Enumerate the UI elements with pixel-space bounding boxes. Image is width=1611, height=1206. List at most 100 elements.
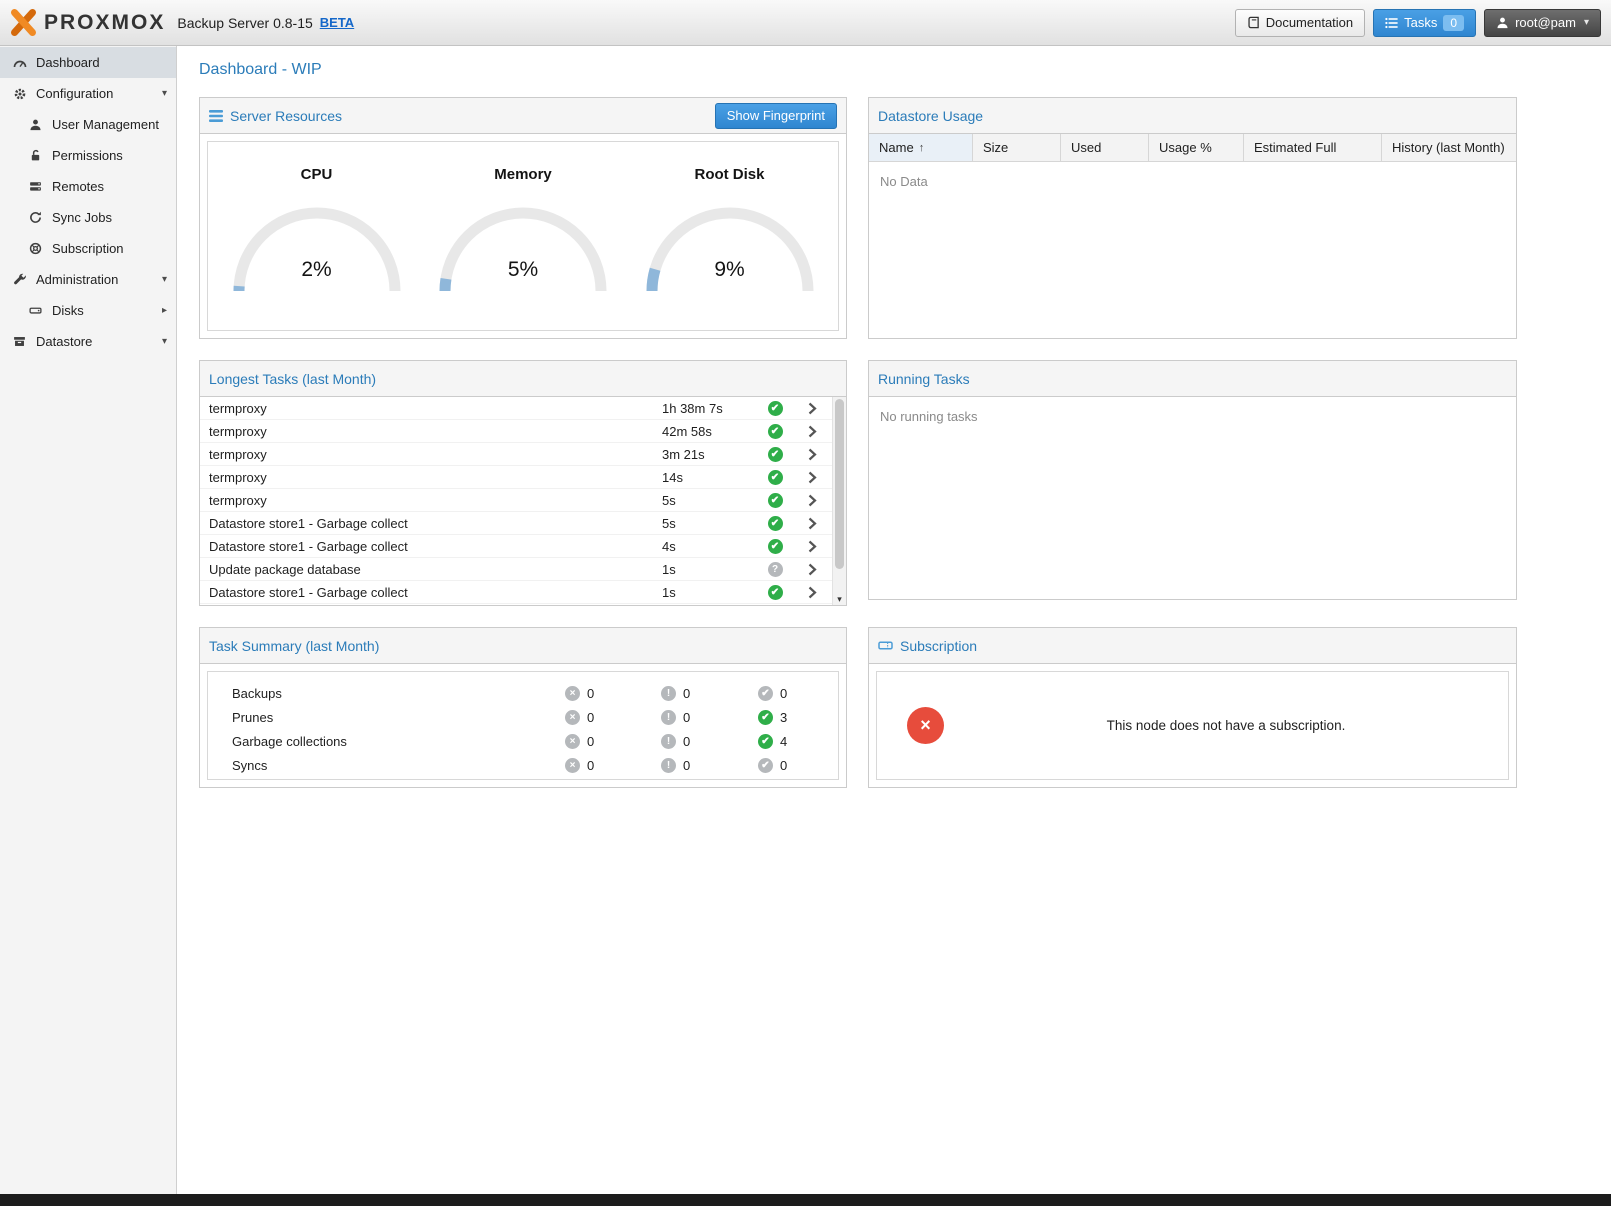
column-header-usage-pct[interactable]: Usage % xyxy=(1149,134,1244,162)
top-header: PROXMOX Backup Server 0.8-15 BETA Docume… xyxy=(0,0,1611,46)
task-name: termproxy xyxy=(209,447,662,462)
no-subscription-icon: × xyxy=(907,707,944,744)
subscription-header: Subscription xyxy=(869,628,1516,664)
task-summary-row[interactable]: Syncs × 0 ! 0 ✔ 0 xyxy=(208,753,838,777)
bottom-bar xyxy=(0,1194,1611,1206)
longest-tasks-panel: Longest Tasks (last Month) termproxy 1h … xyxy=(199,360,847,606)
header-actions: Documentation Tasks 0 root@pam ▾ xyxy=(1235,9,1601,37)
task-summary-rows: Backups × 0 ! 0 ✔ 0 Prunes × 0 ! 0 ✔ 3 G… xyxy=(208,672,838,777)
open-task-button[interactable] xyxy=(792,471,832,484)
show-fingerprint-button[interactable]: Show Fingerprint xyxy=(715,103,837,129)
task-row[interactable]: Datastore store1 - Garbage collect 4s ✔ xyxy=(200,535,832,558)
task-summary-label: Prunes xyxy=(232,710,565,725)
column-header-name[interactable]: Name ↑ xyxy=(869,134,973,162)
unlock-icon xyxy=(28,149,43,162)
sidebar-item-permissions[interactable]: Permissions xyxy=(0,140,176,171)
open-task-button[interactable] xyxy=(792,540,832,553)
server-resources-panel: Server Resources Show Fingerprint CPU 2% xyxy=(199,97,847,339)
gauge: Root Disk 9% xyxy=(632,166,828,282)
error-icon: × xyxy=(565,710,580,725)
open-task-button[interactable] xyxy=(792,494,832,507)
open-task-button[interactable] xyxy=(792,517,832,530)
task-row[interactable]: Datastore store1 - Garbage collect 1s ✔ xyxy=(200,581,832,604)
gauge-icon xyxy=(12,56,27,70)
sidebar-item-administration[interactable]: Administration ▾ xyxy=(0,264,176,295)
sidebar-item-sync-jobs[interactable]: Sync Jobs xyxy=(0,202,176,233)
gauge-value: 5% xyxy=(425,258,621,282)
sidebar-item-user-management[interactable]: User Management xyxy=(0,109,176,140)
sidebar-item-subscription[interactable]: Subscription xyxy=(0,233,176,264)
task-name: Datastore store1 - Garbage collect xyxy=(209,539,662,554)
chevron-down-icon: ▾ xyxy=(1584,17,1589,28)
sidebar-item-label: Remotes xyxy=(52,179,104,194)
proxmox-logo-icon xyxy=(10,9,37,36)
sidebar-item-disks[interactable]: Disks ▸ xyxy=(0,295,176,326)
sort-asc-icon: ↑ xyxy=(919,142,925,154)
task-duration: 5s xyxy=(662,516,758,531)
task-row[interactable]: termproxy 14s ✔ xyxy=(200,466,832,489)
task-row[interactable]: Datastore store1 - Garbage collect 5s ✔ xyxy=(200,512,832,535)
no-data-text: No Data xyxy=(869,162,1516,201)
datastore-usage-panel: Datastore Usage Name ↑ Size Used Usage %… xyxy=(868,97,1517,339)
dashboard-panels: Server Resources Show Fingerprint CPU 2% xyxy=(178,79,1611,788)
column-header-history[interactable]: History (last Month) xyxy=(1382,134,1516,162)
panel-title: Task Summary (last Month) xyxy=(209,638,379,654)
sidebar-item-label: Datastore xyxy=(36,334,92,349)
task-row[interactable]: termproxy 3m 21s ✔ xyxy=(200,443,832,466)
open-task-button[interactable] xyxy=(792,586,832,599)
status-unknown-icon: ? xyxy=(768,562,783,577)
task-row[interactable]: termproxy 42m 58s ✔ xyxy=(200,420,832,443)
task-summary-row[interactable]: Backups × 0 ! 0 ✔ 0 xyxy=(208,681,838,705)
task-summary-row[interactable]: Garbage collections × 0 ! 0 ✔ 4 xyxy=(208,729,838,753)
panel-title: Subscription xyxy=(900,638,977,654)
panel-title: Datastore Usage xyxy=(878,108,983,124)
status-ok-icon: ✔ xyxy=(768,585,783,600)
ticket-icon xyxy=(878,639,893,652)
longest-tasks-body: termproxy 1h 38m 7s ✔ termproxy 42m 58s … xyxy=(200,397,846,605)
open-task-button[interactable] xyxy=(792,425,832,438)
column-header-used[interactable]: Used xyxy=(1061,134,1149,162)
task-duration: 42m 58s xyxy=(662,424,758,439)
sidebar: Dashboard Configuration ▾ User Managemen… xyxy=(0,46,177,1194)
warning-count: 0 xyxy=(683,710,690,725)
sidebar-item-label: Configuration xyxy=(36,86,113,101)
ok-icon: ✔ xyxy=(758,710,773,725)
task-summary-row[interactable]: Prunes × 0 ! 0 ✔ 3 xyxy=(208,705,838,729)
datastore-usage-body: Name ↑ Size Used Usage % Estimated Full … xyxy=(869,134,1516,338)
task-summary-panel: Task Summary (last Month) Backups × 0 ! … xyxy=(199,627,847,788)
scrollbar[interactable]: ▾ xyxy=(832,397,846,605)
column-header-size[interactable]: Size xyxy=(973,134,1061,162)
page-title: Dashboard - WIP xyxy=(178,46,1611,79)
task-row[interactable]: Update package database 1s ? xyxy=(200,558,832,581)
column-label: Size xyxy=(983,140,1008,155)
task-row[interactable]: termproxy 5s ✔ xyxy=(200,489,832,512)
column-label: History (last Month) xyxy=(1392,140,1505,155)
open-task-button[interactable] xyxy=(792,448,832,461)
ok-count: 3 xyxy=(780,710,787,725)
user-menu-button[interactable]: root@pam ▾ xyxy=(1484,9,1601,37)
scroll-down-icon[interactable]: ▾ xyxy=(833,594,846,605)
warning-icon: ! xyxy=(661,734,676,749)
task-summary-header: Task Summary (last Month) xyxy=(200,628,846,664)
documentation-button[interactable]: Documentation xyxy=(1235,9,1365,37)
error-count: 0 xyxy=(587,710,594,725)
status-ok-icon: ✔ xyxy=(768,516,783,531)
tasks-button[interactable]: Tasks 0 xyxy=(1373,9,1476,37)
sidebar-item-dashboard[interactable]: Dashboard xyxy=(0,47,176,78)
task-row[interactable]: termproxy 1h 38m 7s ✔ xyxy=(200,397,832,420)
sidebar-item-datastore[interactable]: Datastore ▾ xyxy=(0,326,176,357)
sidebar-item-configuration[interactable]: Configuration ▾ xyxy=(0,78,176,109)
running-tasks-body: No running tasks xyxy=(869,397,1516,599)
scrollbar-thumb[interactable] xyxy=(835,399,844,569)
panel-title: Longest Tasks (last Month) xyxy=(209,371,376,387)
status-ok-icon: ✔ xyxy=(768,470,783,485)
beta-link[interactable]: BETA xyxy=(320,15,354,30)
open-task-button[interactable] xyxy=(792,402,832,415)
subscription-message: This node does not have a subscription. xyxy=(944,718,1508,733)
open-task-button[interactable] xyxy=(792,563,832,576)
gauge: CPU 2% xyxy=(219,166,415,282)
support-icon xyxy=(28,242,43,255)
ok-count: 4 xyxy=(780,734,787,749)
column-header-estimated-full[interactable]: Estimated Full xyxy=(1244,134,1382,162)
sidebar-item-remotes[interactable]: Remotes xyxy=(0,171,176,202)
